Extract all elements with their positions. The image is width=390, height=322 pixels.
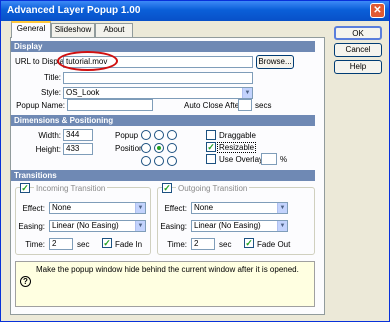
- cancel-button[interactable]: Cancel: [334, 43, 382, 57]
- incoming-easing-select[interactable]: Linear (No Easing) ▼: [49, 220, 146, 232]
- resizable-label: Resizable: [217, 142, 257, 153]
- overlay-input[interactable]: [261, 153, 277, 165]
- fade-out-label: Fade Out: [257, 240, 291, 249]
- use-overlay-label: Use Overlay: [219, 155, 264, 164]
- style-label: Style:: [40, 88, 61, 97]
- auto-close-input[interactable]: [238, 99, 252, 111]
- dimensions-section-header: Dimensions & Positioning: [11, 115, 315, 126]
- position-radio-top-center[interactable]: [154, 130, 164, 140]
- tab-general[interactable]: General: [11, 21, 51, 38]
- outgoing-easing-label: Easing:: [160, 222, 187, 231]
- tab-slideshow[interactable]: Slideshow: [51, 23, 95, 37]
- style-select-value: OS_Look: [66, 88, 100, 97]
- position-radio-bottom-left[interactable]: [141, 156, 151, 166]
- dialog-window: Advanced Layer Popup 1.00 ✕ General Slid…: [0, 0, 390, 322]
- style-select[interactable]: OS_Look ▼: [63, 87, 253, 99]
- outgoing-time-label: Time:: [167, 240, 187, 249]
- chevron-down-icon[interactable]: ▼: [135, 203, 145, 213]
- incoming-sec-label: sec: [77, 240, 90, 249]
- incoming-effect-select[interactable]: None ▼: [49, 202, 146, 214]
- fade-in-label: Fade In: [115, 240, 143, 249]
- height-label: Height:: [35, 145, 61, 154]
- help-icon: ?: [20, 276, 31, 287]
- outgoing-transition-checkbox[interactable]: ✓: [162, 183, 172, 193]
- incoming-time-input[interactable]: 2: [49, 238, 73, 250]
- help-text: Make the popup window hide behind the cu…: [36, 265, 299, 274]
- outgoing-effect-select[interactable]: None ▼: [191, 202, 288, 214]
- use-overlay-checkbox[interactable]: [206, 154, 216, 164]
- ok-button[interactable]: OK: [334, 26, 382, 40]
- position-radio-middle-right[interactable]: [167, 143, 177, 153]
- secs-label: secs: [255, 101, 272, 110]
- title-input[interactable]: [63, 72, 253, 84]
- chevron-down-icon[interactable]: ▼: [242, 88, 252, 98]
- popup-name-label: Popup Name:: [16, 101, 65, 110]
- position-radio-middle-left[interactable]: [141, 143, 151, 153]
- position-radio-bottom-right[interactable]: [167, 156, 177, 166]
- popup-name-input[interactable]: [67, 99, 153, 111]
- percent-label: %: [280, 155, 288, 164]
- highlight-ellipse: [57, 51, 118, 71]
- tab-about[interactable]: About: [95, 23, 133, 37]
- outgoing-time-input[interactable]: 2: [191, 238, 215, 250]
- incoming-time-label: Time:: [25, 240, 45, 249]
- outgoing-sec-label: sec: [219, 240, 232, 249]
- chevron-down-icon[interactable]: ▼: [277, 221, 287, 231]
- auto-close-label: Auto Close After: [184, 101, 242, 110]
- fade-out-checkbox[interactable]: ✓: [244, 238, 254, 248]
- outgoing-effect-value: None: [194, 203, 214, 212]
- position-radio-center[interactable]: [154, 143, 164, 153]
- chevron-down-icon[interactable]: ▼: [135, 221, 145, 231]
- title-bar[interactable]: Advanced Layer Popup 1.00 ✕: [1, 1, 389, 21]
- width-label: Width:: [38, 131, 61, 140]
- window-title: Advanced Layer Popup 1.00: [7, 5, 141, 16]
- incoming-effect-label: Effect:: [22, 204, 45, 213]
- help-box: ? Make the popup window hide behind the …: [15, 261, 315, 307]
- position-radio-bottom-center[interactable]: [154, 156, 164, 166]
- url-label: URL to Display:: [15, 57, 71, 66]
- position-radio-top-left[interactable]: [141, 130, 151, 140]
- position-radio-top-right[interactable]: [167, 130, 177, 140]
- close-icon[interactable]: ✕: [370, 3, 385, 18]
- outgoing-easing-select[interactable]: Linear (No Easing) ▼: [191, 220, 288, 232]
- height-input[interactable]: 433: [63, 143, 93, 155]
- fade-in-checkbox[interactable]: ✓: [102, 238, 112, 248]
- outgoing-transition-label: Outgoing Transition: [176, 184, 250, 193]
- incoming-easing-value: Linear (No Easing): [52, 221, 119, 230]
- outgoing-effect-label: Effect:: [164, 204, 187, 213]
- resizable-checkbox[interactable]: ✓: [206, 142, 216, 152]
- incoming-transition-label: Incoming Transition: [34, 184, 108, 193]
- outgoing-easing-value: Linear (No Easing): [194, 221, 261, 230]
- position-label: Position: [115, 144, 144, 153]
- incoming-effect-value: None: [52, 203, 72, 212]
- draggable-checkbox[interactable]: [206, 130, 216, 140]
- title-label: Title:: [43, 73, 61, 82]
- incoming-easing-label: Easing:: [18, 222, 45, 231]
- incoming-transition-checkbox[interactable]: ✓: [20, 183, 30, 193]
- chevron-down-icon[interactable]: ▼: [277, 203, 287, 213]
- help-button[interactable]: Help: [334, 60, 382, 74]
- browse-button[interactable]: Browse...: [256, 55, 294, 69]
- draggable-label: Draggable: [219, 131, 256, 140]
- popup-position-label: Popup: [115, 131, 139, 140]
- width-input[interactable]: 344: [63, 129, 93, 141]
- transitions-section-header: Transitions: [11, 170, 315, 181]
- display-section-header: Display: [11, 41, 315, 52]
